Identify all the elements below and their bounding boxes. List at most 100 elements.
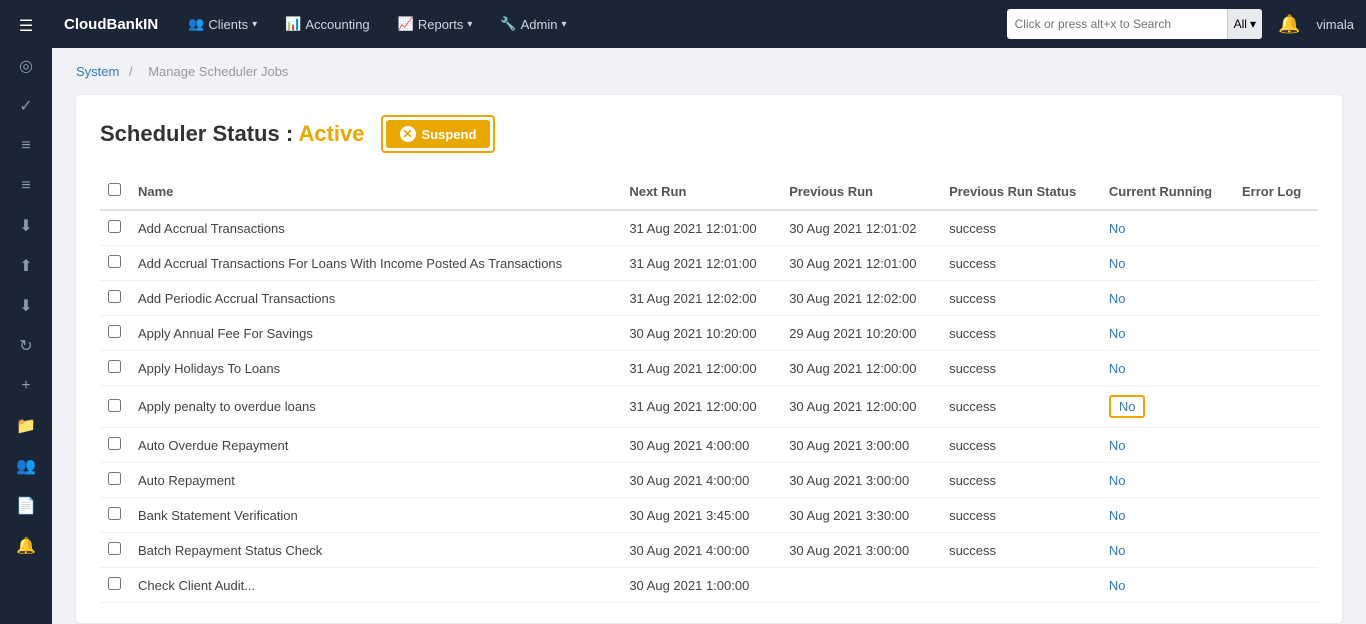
suspend-button[interactable]: ✕ Suspend — [386, 120, 491, 148]
prev-status: success — [941, 351, 1101, 386]
error-log — [1234, 533, 1318, 568]
prev-run: 30 Aug 2021 12:01:02 — [781, 210, 941, 246]
select-all-checkbox[interactable] — [108, 183, 121, 196]
sidebar-folder-icon[interactable]: 📁 — [8, 408, 44, 444]
prev-run: 30 Aug 2021 12:02:00 — [781, 281, 941, 316]
clients-chevron-icon: ▾ — [252, 19, 257, 30]
row-checkbox[interactable] — [108, 255, 121, 268]
current-running[interactable]: No — [1101, 533, 1234, 568]
job-name: Auto Overdue Repayment — [130, 428, 621, 463]
scheduler-table-wrapper: Name Next Run Previous Run Previous Run … — [100, 173, 1318, 603]
nav-clients[interactable]: 👥 Clients ▾ — [178, 10, 267, 38]
scheduler-title: Scheduler Status : Active — [100, 121, 365, 147]
row-checkbox[interactable] — [108, 325, 121, 338]
row-checkbox[interactable] — [108, 290, 121, 303]
row-checkbox[interactable] — [108, 399, 121, 412]
prev-status: success — [941, 386, 1101, 428]
col-prev-run: Previous Run — [781, 173, 941, 210]
current-running[interactable]: No — [1101, 498, 1234, 533]
scheduler-card: Scheduler Status : Active ✕ Suspend — [76, 95, 1342, 623]
current-running[interactable]: No — [1101, 246, 1234, 281]
job-name: Bank Statement Verification — [130, 498, 621, 533]
sidebar-home-icon[interactable]: ◎ — [8, 48, 44, 84]
current-running[interactable]: No — [1101, 210, 1234, 246]
current-running[interactable]: No — [1101, 428, 1234, 463]
search-input[interactable] — [1007, 13, 1227, 35]
content: System / Manage Scheduler Jobs Scheduler… — [52, 48, 1366, 624]
current-running[interactable]: No — [1101, 463, 1234, 498]
suspend-x-icon: ✕ — [400, 126, 416, 142]
sidebar: ☰ ◎ ✓ ≡ ≡ ⬇ ⬆ ⬇ ↻ + 📁 👥 📄 🔔 — [0, 0, 52, 624]
sidebar-refresh-icon[interactable]: ↻ — [8, 328, 44, 364]
col-next-run: Next Run — [621, 173, 781, 210]
row-checkbox[interactable] — [108, 360, 121, 373]
nav-admin[interactable]: 🔧 Admin ▾ — [490, 10, 576, 38]
col-current-running: Current Running — [1101, 173, 1234, 210]
sidebar-menu-icon[interactable]: ☰ — [8, 8, 44, 44]
navbar: CloudBankIN 👥 Clients ▾ 📊 Accounting 📈 R… — [52, 0, 1366, 48]
breadcrumb: System / Manage Scheduler Jobs — [76, 64, 1342, 79]
row-checkbox[interactable] — [108, 472, 121, 485]
row-checkbox[interactable] — [108, 437, 121, 450]
scheduler-table: Name Next Run Previous Run Previous Run … — [100, 173, 1318, 603]
next-run: 30 Aug 2021 4:00:00 — [621, 533, 781, 568]
nav-accounting[interactable]: 📊 Accounting — [275, 10, 380, 38]
prev-status: success — [941, 428, 1101, 463]
sidebar-list-icon[interactable]: ≡ — [8, 128, 44, 164]
prev-status: success — [941, 533, 1101, 568]
dropdown-chevron-icon: ▾ — [1250, 17, 1256, 31]
error-log — [1234, 498, 1318, 533]
sidebar-upload-icon[interactable]: ⬆ — [8, 248, 44, 284]
prev-run: 30 Aug 2021 3:30:00 — [781, 498, 941, 533]
sidebar-add-icon[interactable]: + — [8, 368, 44, 404]
table-row: Batch Repayment Status Check30 Aug 2021 … — [100, 533, 1318, 568]
notification-bell-icon[interactable]: 🔔 — [1278, 14, 1300, 35]
sidebar-download2-icon[interactable]: ⬇ — [8, 288, 44, 324]
suspend-btn-wrapper: ✕ Suspend — [381, 115, 496, 153]
next-run: 31 Aug 2021 12:01:00 — [621, 246, 781, 281]
search-filter-dropdown[interactable]: All ▾ — [1227, 9, 1262, 39]
current-running[interactable]: No — [1101, 386, 1234, 428]
error-log — [1234, 386, 1318, 428]
accounting-icon: 📊 — [285, 16, 301, 32]
table-row: Add Periodic Accrual Transactions31 Aug … — [100, 281, 1318, 316]
current-running[interactable]: No — [1101, 351, 1234, 386]
sidebar-users-icon[interactable]: 👥 — [8, 448, 44, 484]
user-menu[interactable]: vimala — [1316, 17, 1354, 32]
prev-status: success — [941, 210, 1101, 246]
row-checkbox[interactable] — [108, 542, 121, 555]
next-run: 30 Aug 2021 10:20:00 — [621, 316, 781, 351]
error-log — [1234, 428, 1318, 463]
current-running[interactable]: No — [1101, 316, 1234, 351]
row-checkbox[interactable] — [108, 507, 121, 520]
error-log — [1234, 316, 1318, 351]
current-running[interactable]: No — [1101, 568, 1234, 603]
sidebar-check-icon[interactable]: ✓ — [8, 88, 44, 124]
table-row: Add Accrual Transactions31 Aug 2021 12:0… — [100, 210, 1318, 246]
next-run: 30 Aug 2021 4:00:00 — [621, 428, 781, 463]
job-name: Check Client Audit... — [130, 568, 621, 603]
next-run: 31 Aug 2021 12:01:00 — [621, 210, 781, 246]
prev-run: 30 Aug 2021 3:00:00 — [781, 428, 941, 463]
table-row: Apply penalty to overdue loans31 Aug 202… — [100, 386, 1318, 428]
job-name: Auto Repayment — [130, 463, 621, 498]
sidebar-file-icon[interactable]: 📄 — [8, 488, 44, 524]
breadcrumb-system[interactable]: System — [76, 64, 119, 79]
prev-run: 30 Aug 2021 3:00:00 — [781, 463, 941, 498]
row-checkbox[interactable] — [108, 577, 121, 590]
prev-run: 30 Aug 2021 12:00:00 — [781, 351, 941, 386]
brand-logo[interactable]: CloudBankIN — [64, 16, 158, 33]
error-log — [1234, 281, 1318, 316]
error-log — [1234, 351, 1318, 386]
sidebar-list2-icon[interactable]: ≡ — [8, 168, 44, 204]
sidebar-download-icon[interactable]: ⬇ — [8, 208, 44, 244]
nav-reports[interactable]: 📈 Reports ▾ — [388, 10, 483, 38]
row-checkbox[interactable] — [108, 220, 121, 233]
current-running[interactable]: No — [1101, 281, 1234, 316]
table-row: Auto Repayment30 Aug 2021 4:00:0030 Aug … — [100, 463, 1318, 498]
job-name: Add Periodic Accrual Transactions — [130, 281, 621, 316]
sidebar-bell-icon[interactable]: 🔔 — [8, 528, 44, 564]
table-row: Auto Overdue Repayment30 Aug 2021 4:00:0… — [100, 428, 1318, 463]
table-body: Add Accrual Transactions31 Aug 2021 12:0… — [100, 210, 1318, 603]
clients-icon: 👥 — [188, 16, 204, 32]
